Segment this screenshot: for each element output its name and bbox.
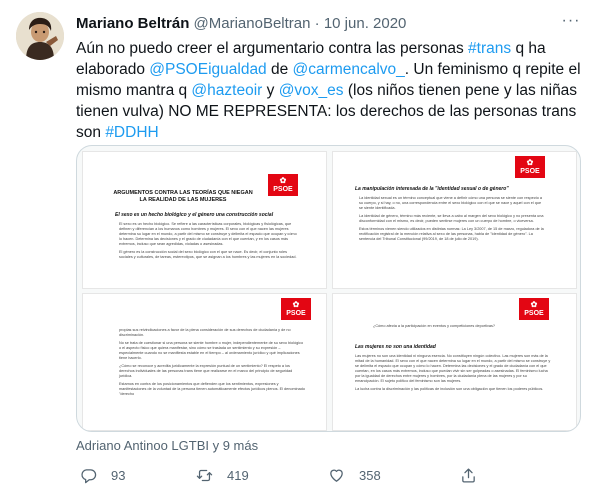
document-title: ARGUMENTOS CONTRA LAS TEORÍAS QUE NIEGAN…	[113, 190, 253, 203]
tweet-text-segment: y	[262, 82, 279, 99]
mention-link[interactable]: @carmencalvo_	[293, 61, 405, 78]
document-page-4: ✿ PSOE ¿Cómo afecta a la participación en…	[333, 294, 576, 430]
document-body: El sexo es un hecho biológico. Se refier…	[119, 222, 299, 263]
paragraph: La identidad sexual es un término concep…	[359, 196, 543, 210]
logo-text: PSOE	[286, 310, 306, 317]
reply-count: 93	[111, 467, 126, 483]
like-count: 358	[359, 467, 381, 483]
logo-text: PSOE	[524, 310, 544, 317]
psoe-logo: ✿ PSOE	[519, 298, 549, 320]
paragraph: ¿Cómo se reconoce y acredita jurídicamen…	[119, 364, 293, 378]
tweet-text-segment: de	[266, 61, 293, 78]
hashtag-link[interactable]: #DDHH	[105, 124, 158, 141]
mention-link[interactable]: @PSOEigualdad	[149, 61, 266, 78]
share-button[interactable]	[460, 460, 491, 490]
avatar-illustration	[16, 12, 64, 60]
document-body: propias sus reivindicaciones a favor de …	[119, 328, 305, 400]
paragraph: El sexo es un hecho biológico. Se refier…	[119, 222, 297, 246]
tweet-text-segment: Aún no puedo creer el argumentario contr…	[76, 40, 469, 57]
paragraph: La lucha contra la discriminación y las …	[355, 387, 544, 391]
tweet-media[interactable]: ✿ PSOE ARGUMENTOS CONTRA LAS TEORÍAS QUE …	[76, 145, 581, 432]
separator-dot: ·	[314, 15, 320, 32]
paragraph: propias sus reivindicaciones a favor de …	[119, 328, 291, 337]
rose-icon: ✿	[530, 300, 538, 309]
author-handle[interactable]: @MarianoBeltran	[194, 15, 311, 32]
mention-link[interactable]: @hazteoir	[191, 82, 262, 99]
paragraph: Estos términos vienen siendo utilizados …	[359, 227, 544, 241]
reply-icon	[81, 468, 97, 483]
more-options-icon[interactable]: ···	[561, 13, 581, 34]
reply-button[interactable]: 93	[80, 460, 125, 490]
document-page-1: ✿ PSOE ARGUMENTOS CONTRA LAS TEORÍAS QUE …	[83, 152, 326, 288]
document-subtitle: Las mujeres no son una identidad	[355, 344, 436, 350]
document-subtitle: La manipulación interesada de la "identi…	[355, 186, 509, 192]
tweet-date[interactable]: 10 jun. 2020	[324, 15, 407, 32]
tweet-text: Aún no puedo creer el argumentario contr…	[76, 38, 581, 143]
hashtag-link[interactable]: #trans	[468, 40, 511, 57]
document-body: ¿Cómo afecta a la participación en event…	[373, 324, 533, 332]
heart-icon	[330, 469, 343, 482]
rose-icon: ✿	[526, 158, 534, 167]
retweet-icon	[196, 469, 213, 481]
psoe-logo: ✿ PSOE	[515, 156, 545, 178]
share-icon	[462, 467, 475, 483]
paragraph: El género es la construcción social del …	[119, 250, 297, 259]
psoe-logo: ✿ PSOE	[281, 298, 311, 320]
avatar[interactable]	[16, 12, 64, 60]
paragraph: Estamos en contra de los posicionamiento…	[119, 382, 305, 396]
tweet-header: Mariano Beltrán @MarianoBeltran · 10 jun…	[76, 14, 557, 34]
tweet-actions: 93 419 358	[76, 460, 581, 490]
tweet[interactable]: Mariano Beltrán @MarianoBeltran · 10 jun…	[0, 0, 597, 496]
rose-icon: ✿	[279, 176, 287, 185]
document-page-2: ✿ PSOE La manipulación interesada de la "…	[333, 152, 576, 288]
logo-text: PSOE	[273, 186, 293, 193]
document-body: La identidad sexual es un término concep…	[359, 196, 545, 245]
retweet-count: 419	[227, 467, 249, 483]
author-name[interactable]: Mariano Beltrán	[76, 15, 189, 32]
document-body: Las mujeres no son una identidad ni ning…	[355, 354, 551, 395]
paragraph: No se trata de cuestionar si una persona…	[119, 341, 304, 360]
document-page-3: ✿ PSOE propias sus reivindicaciones a fav…	[83, 294, 326, 430]
rose-icon: ✿	[292, 300, 300, 309]
tagged-users[interactable]: Adriano Antinoo LGTBI y 9 más	[76, 438, 258, 453]
retweet-button[interactable]: 419	[196, 460, 249, 490]
paragraph: ¿Cómo afecta a la participación en event…	[373, 324, 495, 328]
like-button[interactable]: 358	[328, 460, 381, 490]
document-subtitle: El sexo es un hecho biológico y el géner…	[115, 212, 274, 218]
logo-text: PSOE	[520, 168, 540, 175]
paragraph: Las mujeres no son una identidad ni ning…	[355, 354, 551, 383]
paragraph: La identidad de género, término más reci…	[359, 214, 544, 223]
psoe-logo: ✿ PSOE	[268, 174, 298, 196]
mention-link[interactable]: @vox_es	[279, 82, 344, 99]
